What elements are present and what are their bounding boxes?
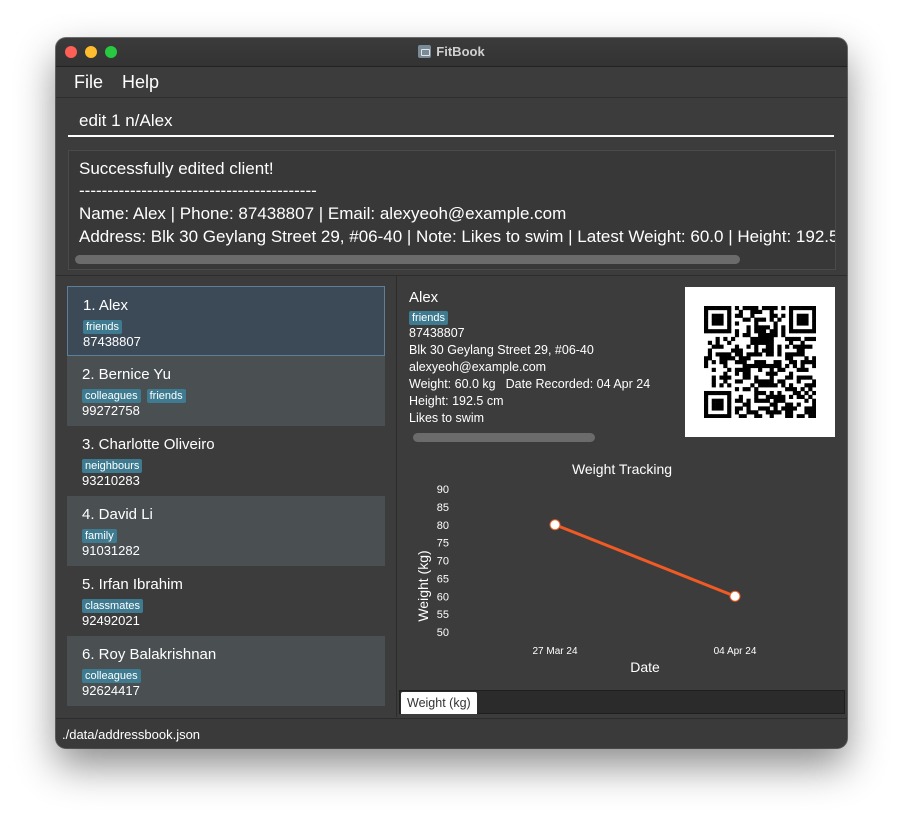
- fitbook-window: FitBook File Help Successfully edited cl…: [56, 38, 847, 748]
- client-card[interactable]: 6. Roy Balakrishnan colleagues 92624417: [67, 636, 385, 706]
- command-area: [56, 98, 847, 148]
- tag-label: neighbours: [82, 459, 143, 473]
- client-tags: neighbours: [82, 456, 148, 474]
- qr-code-image: [704, 306, 816, 418]
- tag-label: colleagues: [82, 389, 141, 403]
- client-phone: 87438807: [83, 334, 141, 349]
- tag-label: friends: [146, 389, 186, 403]
- tag-label: friends: [409, 311, 449, 325]
- client-phone: 92492021: [82, 613, 140, 628]
- result-line-1: Successfully edited client!: [79, 159, 274, 178]
- client-name: 2. Bernice Yu: [82, 366, 171, 383]
- chart-y-tick-label: 90: [437, 484, 449, 496]
- client-name: 3. Charlotte Oliveiro: [82, 436, 215, 453]
- client-phone: 91031282: [82, 543, 140, 558]
- chart-y-ticks: 50 55 60 65 70 75 80 85 90: [437, 484, 449, 639]
- chart-y-axis-label: Weight (kg): [415, 550, 431, 621]
- chart-series: [549, 519, 741, 602]
- tag-label: classmates: [82, 599, 144, 613]
- client-phone: 92624417: [82, 683, 140, 698]
- chart-x-axis-label: Date: [630, 659, 660, 675]
- chart-data-point[interactable]: [729, 590, 741, 602]
- client-tags: colleagues: [82, 666, 147, 684]
- chart-x-tick-label: 04 Apr 24: [714, 646, 757, 657]
- client-tags: family: [82, 526, 123, 544]
- chart-tab-bar: Weight (kg): [399, 690, 845, 714]
- detail-address: Blk 30 Geylang Street 29, #06-40: [409, 343, 594, 357]
- client-card[interactable]: 3. Charlotte Oliveiro neighbours 9321028…: [67, 426, 385, 496]
- chart-x-tick-label: 27 Mar 24: [532, 646, 577, 657]
- client-card[interactable]: 1. Alex friends 87438807: [67, 286, 385, 356]
- client-name: 1. Alex: [83, 297, 129, 314]
- result-display[interactable]: Successfully edited client! ------------…: [68, 150, 836, 270]
- tag-label: family: [82, 529, 117, 543]
- menu-bar: File Help: [56, 67, 847, 98]
- chart-series-line: [554, 523, 736, 598]
- chart-y-tick-label: 85: [437, 502, 449, 514]
- tag-label: colleagues: [82, 669, 141, 683]
- detail-height: Height: 192.5 cm: [409, 394, 504, 408]
- client-tags: friends: [83, 317, 128, 335]
- detail-note: Likes to swim: [409, 411, 485, 425]
- menu-help[interactable]: Help: [122, 72, 159, 93]
- detail-tags: friends: [409, 308, 454, 326]
- client-card[interactable]: 2. Bernice Yu colleagues friends 99272758: [67, 356, 385, 426]
- result-horizontal-scrollbar[interactable]: [75, 255, 740, 264]
- detail-date-recorded: Date Recorded: 04 Apr 24: [505, 377, 651, 391]
- result-line-4: Address: Blk 30 Geylang Street 29, #06-4…: [79, 227, 836, 246]
- chart-y-tick-label: 75: [437, 538, 449, 550]
- window-title: FitBook: [436, 44, 485, 59]
- menu-file[interactable]: File: [74, 72, 103, 93]
- status-file-path: ./data/addressbook.json: [62, 727, 201, 742]
- tag-label: friends: [83, 320, 123, 334]
- chart-y-tick-label: 70: [437, 556, 449, 568]
- chart-y-tick-label: 65: [437, 573, 449, 585]
- detail-weight-row: Weight: 60.0 kg Date Recorded: 04 Apr 24: [409, 377, 650, 391]
- client-card[interactable]: 4. David Li family 91031282: [67, 496, 385, 566]
- detail-horizontal-scrollbar[interactable]: [413, 433, 595, 442]
- client-name: 5. Irfan Ibrahim: [82, 576, 183, 593]
- client-card[interactable]: 5. Irfan Ibrahim classmates 92492021: [67, 566, 385, 636]
- weight-tracking-chart: Weight Tracking Weight (kg) Date 50 55 60 6…: [415, 461, 757, 675]
- client-phone: 93210283: [82, 473, 140, 488]
- client-detail-panel: Alex friends 87438807 Blk 30 Geylang Str…: [397, 276, 847, 717]
- client-list[interactable]: 1. Alex friends 87438807 2. Bernice Yu c…: [56, 276, 396, 717]
- chart-data-point[interactable]: [549, 519, 561, 531]
- chart-y-tick-label: 60: [437, 591, 449, 603]
- detail-email: alexyeoh@example.com: [409, 360, 547, 374]
- status-bar: ./data/addressbook.json: [56, 718, 847, 748]
- command-input[interactable]: [68, 107, 834, 137]
- client-tags: classmates: [82, 596, 149, 614]
- detail-weight: Weight: 60.0 kg: [409, 377, 496, 391]
- chart-y-tick-label: 50: [437, 627, 449, 639]
- qr-code: [685, 287, 835, 437]
- client-name: 6. Roy Balakrishnan: [82, 646, 217, 663]
- detail-phone: 87438807: [409, 326, 465, 340]
- window-title-group: FitBook: [56, 44, 847, 59]
- chart-x-ticks: 27 Mar 24 04 Apr 24: [532, 646, 756, 657]
- title-bar[interactable]: FitBook: [56, 38, 847, 67]
- result-line-2: ----------------------------------------…: [79, 181, 317, 200]
- client-phone: 99272758: [82, 403, 140, 418]
- tab-weight[interactable]: Weight (kg): [401, 692, 477, 714]
- result-line-3: Name: Alex | Phone: 87438807 | Email: al…: [79, 204, 567, 223]
- chart-y-tick-label: 55: [437, 609, 449, 621]
- chart-y-tick-label: 80: [437, 520, 449, 532]
- chart-title: Weight Tracking: [572, 461, 672, 477]
- detail-name: Alex: [409, 289, 439, 306]
- app-icon: [418, 45, 432, 58]
- client-tags: colleagues friends: [82, 386, 192, 404]
- client-name: 4. David Li: [82, 506, 153, 523]
